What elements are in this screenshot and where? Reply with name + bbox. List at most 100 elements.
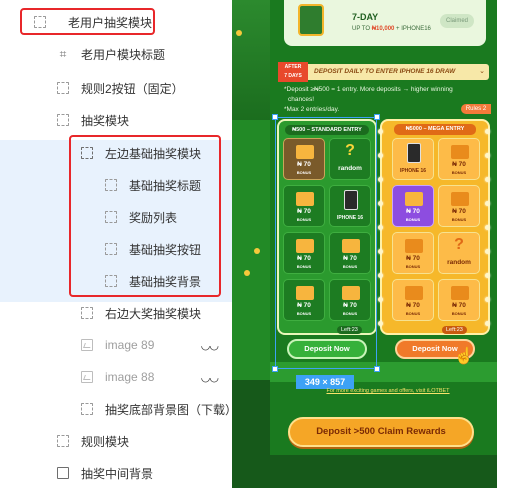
layer-label: 规则2按钮（固定）: [81, 81, 184, 96]
marquee-light: [378, 129, 383, 134]
layer-label: 老用户模块标题: [81, 47, 166, 62]
marquee-light: [378, 201, 383, 206]
layer-row[interactable]: image 88 ◡◡: [81, 361, 232, 393]
frame-icon: [81, 307, 93, 319]
layer-panel: 老用户抽奖模块 ⌗ 老用户模块标题 规则2按钮（固定） 抽奖模块 左边基础抽奖模…: [0, 0, 237, 488]
prize-cell: ₦ 70 BONUS: [438, 279, 480, 321]
banner-text: DEPOSIT DAILY TO ENTER IPHONE 16 DRAW: [314, 68, 456, 75]
coin-stack-icon: [451, 192, 469, 206]
bonus-label: BONUS: [405, 217, 421, 222]
layer-label: 右边大奖抽奖模块: [105, 306, 202, 321]
coin-stack-icon: [405, 239, 423, 253]
seven-day-card: 7-DAY UP TO ₦10,000 + IPHONE16 Claimed: [284, 0, 486, 46]
coin-stack-icon: [405, 192, 423, 206]
annotation-box: [69, 135, 221, 297]
bonus-amount: ₦ 70: [406, 208, 420, 215]
layer-row[interactable]: 右边大奖抽奖模块: [81, 297, 201, 329]
bottom-background: [270, 455, 497, 488]
deposit-banner: AFTER 7 DAYS DEPOSIT DAILY TO ENTER IPHON…: [278, 62, 489, 82]
marquee-light: [485, 177, 490, 182]
layer-label: image 89: [105, 338, 155, 352]
marquee-light: [485, 273, 490, 278]
marquee-light: [485, 297, 490, 302]
gift-phone-icon: [298, 4, 324, 36]
frame-icon: [57, 435, 69, 447]
bonus-label: BONUS: [451, 170, 467, 175]
hand-pointer-icon: ☝: [454, 348, 474, 365]
prize-cell: IPHONE 16: [392, 138, 434, 180]
marquee-light: [485, 153, 490, 158]
frame-icon: [57, 82, 69, 94]
bonus-amount: ₦ 70: [452, 161, 466, 168]
marquee-light: [485, 129, 490, 134]
marquee-light: [485, 249, 490, 254]
prize-cell: ₦ 70 BONUS: [392, 232, 434, 274]
phone-preview: 7-DAY UP TO ₦10,000 + IPHONE16 Claimed A…: [270, 0, 497, 488]
question-mark-icon: ?: [454, 236, 464, 253]
layer-label: 抽奖底部背景图（下载）: [105, 402, 238, 417]
rule-note: *Max 2 entries/day.: [284, 106, 340, 113]
marquee-light: [485, 225, 490, 230]
seven-day-subtitle: UP TO ₦10,000 + IPHONE16: [352, 26, 431, 32]
bonus-label: BONUS: [451, 311, 467, 316]
marquee-light: [378, 273, 383, 278]
layer-label: image 88: [105, 370, 155, 384]
chevron-down-icon[interactable]: ⌄: [479, 67, 485, 75]
prize-label: IPHONE 16: [399, 168, 427, 174]
image-icon: [81, 371, 93, 383]
marquee-light: [378, 177, 383, 182]
claim-rewards-button[interactable]: Deposit >500 Claim Rewards: [288, 417, 474, 447]
rule-note: *Deposit ≥₦500 = 1 entry. More deposits …: [284, 86, 453, 93]
annotation-box: [20, 8, 155, 35]
marquee-light: [485, 201, 490, 206]
canvas-background: [232, 0, 270, 488]
marquee-light: [378, 225, 383, 230]
bonus-label: BONUS: [451, 217, 467, 222]
marquee-light: [378, 297, 383, 302]
bonus-amount: ₦ 70: [406, 255, 420, 262]
prize-cell: ₦ 70 BONUS: [438, 138, 480, 180]
layer-row[interactable]: 规则模块: [57, 425, 129, 457]
coin-stack-icon: [451, 286, 469, 300]
frame-icon: [57, 467, 69, 479]
layer-row[interactable]: 规则2按钮（固定）: [57, 72, 184, 104]
prize-label: random: [447, 259, 471, 266]
prize-cell: ₦ 70 BONUS: [392, 279, 434, 321]
mega-entry-title: ₦5000 – MEGA ENTRY: [394, 124, 476, 135]
layer-label: 抽奖模块: [81, 113, 130, 128]
frame-icon: [57, 114, 69, 126]
rule-note: chances!: [288, 96, 315, 103]
layer-row[interactable]: image 89 ◡◡: [81, 329, 232, 361]
image-icon: [81, 339, 93, 351]
bonus-amount: ₦ 70: [406, 302, 420, 309]
layer-row[interactable]: 抽奖模块: [57, 104, 129, 136]
prize-cell: ₦ 70 BONUS: [438, 185, 480, 227]
layer-row[interactable]: 抽奖底部背景图（下载）: [81, 393, 237, 425]
coin-stack-icon: [405, 286, 423, 300]
claimed-badge[interactable]: Claimed: [440, 14, 474, 28]
iphone-icon: [407, 143, 421, 163]
eye-closed-icon[interactable]: ◡◡: [201, 371, 219, 384]
coin-stack-icon: [451, 145, 469, 159]
marquee-light: [378, 321, 383, 326]
layer-row[interactable]: ⌗ 老用户模块标题: [57, 38, 165, 70]
layer-label: 规则模块: [81, 434, 130, 449]
rules-2-button[interactable]: Rules 2: [461, 104, 491, 114]
prize-cell: ₦ 70 BONUS: [392, 185, 434, 227]
selection-frame[interactable]: [272, 114, 380, 372]
hash-icon: ⌗: [59, 47, 67, 61]
mega-entry-panel: ₦5000 – MEGA ENTRY IPHONE 16 ₦ 70 BONUS ₦ 7…: [378, 119, 490, 335]
marquee-light: [378, 153, 383, 158]
canvas-margin: [497, 0, 513, 488]
prize-cell: ? random: [438, 232, 480, 274]
after-7-days-tag: AFTER 7 DAYS: [278, 62, 308, 82]
seven-day-title: 7-DAY: [352, 12, 379, 22]
bonus-label: BONUS: [405, 264, 421, 269]
entries-left: Left:23: [442, 326, 467, 334]
layer-label: 抽奖中间背景: [81, 466, 154, 481]
bonus-amount: ₦ 70: [452, 302, 466, 309]
marquee-light: [485, 321, 490, 326]
layer-row[interactable]: 抽奖中间背景: [57, 457, 153, 488]
eye-closed-icon[interactable]: ◡◡: [201, 339, 219, 352]
more-games-link[interactable]: For more exciting games and offers, visi…: [298, 388, 478, 394]
